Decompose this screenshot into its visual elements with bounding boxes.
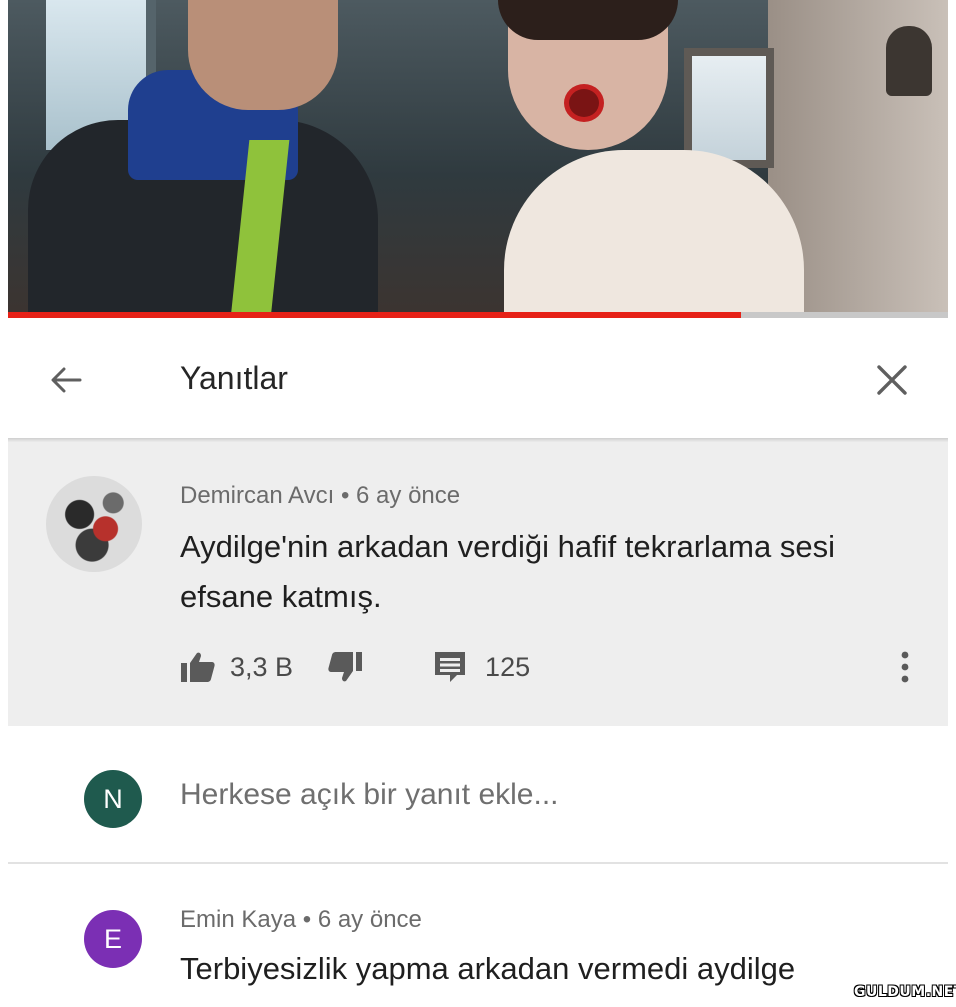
comment-meta: Demircan Avcı • 6 ay önce	[180, 482, 460, 510]
video-scene-hair	[498, 0, 678, 40]
comment-icon	[435, 652, 466, 682]
more-vert-icon	[901, 651, 909, 683]
close-button[interactable]	[870, 358, 914, 402]
avatar[interactable]: E	[84, 910, 142, 968]
comment-actions: 3,3 B 125	[180, 647, 530, 687]
close-icon	[877, 365, 907, 395]
more-options-button[interactable]	[890, 647, 920, 687]
comment-meta: Emin Kaya • 6 ay önce	[180, 906, 422, 934]
comment-time: 6 ay önce	[356, 482, 461, 509]
reply-count: 125	[485, 651, 531, 682]
back-button[interactable]	[44, 358, 88, 402]
like-count: 3,3 B	[230, 651, 294, 682]
video-scene-singer	[504, 150, 804, 318]
page-title: Yanıtlar	[180, 360, 288, 396]
like-button[interactable]: 3,3 B	[180, 651, 293, 683]
avatar[interactable]: N	[84, 770, 142, 828]
thumb-up-icon	[181, 652, 215, 682]
comment-author[interactable]: Demircan Avcı	[180, 482, 334, 509]
dislike-button[interactable]	[327, 651, 363, 683]
highlighted-comment: Demircan Avcı • 6 ay önce Aydilge'nin ar…	[8, 442, 948, 726]
video-scene-clock	[886, 26, 932, 96]
video-scene-head	[188, 0, 338, 110]
comment-text: Aydilge'nin arkadan verdiği hafif tekrar…	[180, 529, 835, 614]
thumb-down-icon	[328, 652, 363, 682]
comment-author[interactable]: Emin Kaya	[180, 906, 296, 933]
video-player[interactable]	[8, 0, 948, 318]
video-scene-mouth	[564, 84, 604, 122]
replies-header: Yanıtlar	[8, 318, 948, 440]
reply-button[interactable]: 125	[433, 650, 530, 684]
meta-separator: •	[302, 906, 312, 933]
avatar[interactable]	[46, 476, 142, 572]
reply-comment: E Emin Kaya • 6 ay önce Terbiyesizlik ya…	[8, 864, 948, 1007]
replies-screen: Yanıtlar Demircan Avcı • 6 ay önce Aydil…	[0, 0, 956, 1007]
add-reply-row: N Herkese açık bir yanıt ekle...	[8, 726, 948, 862]
reply-input[interactable]: Herkese açık bir yanıt ekle...	[180, 778, 880, 812]
arrow-left-icon	[51, 367, 82, 393]
comment-text: Terbiyesizlik yapma arkadan vermedi aydi…	[180, 951, 796, 986]
comment-time: 6 ay önce	[317, 906, 422, 933]
meta-separator: •	[340, 482, 350, 509]
watermark: GULDUM.NET	[854, 984, 956, 1000]
